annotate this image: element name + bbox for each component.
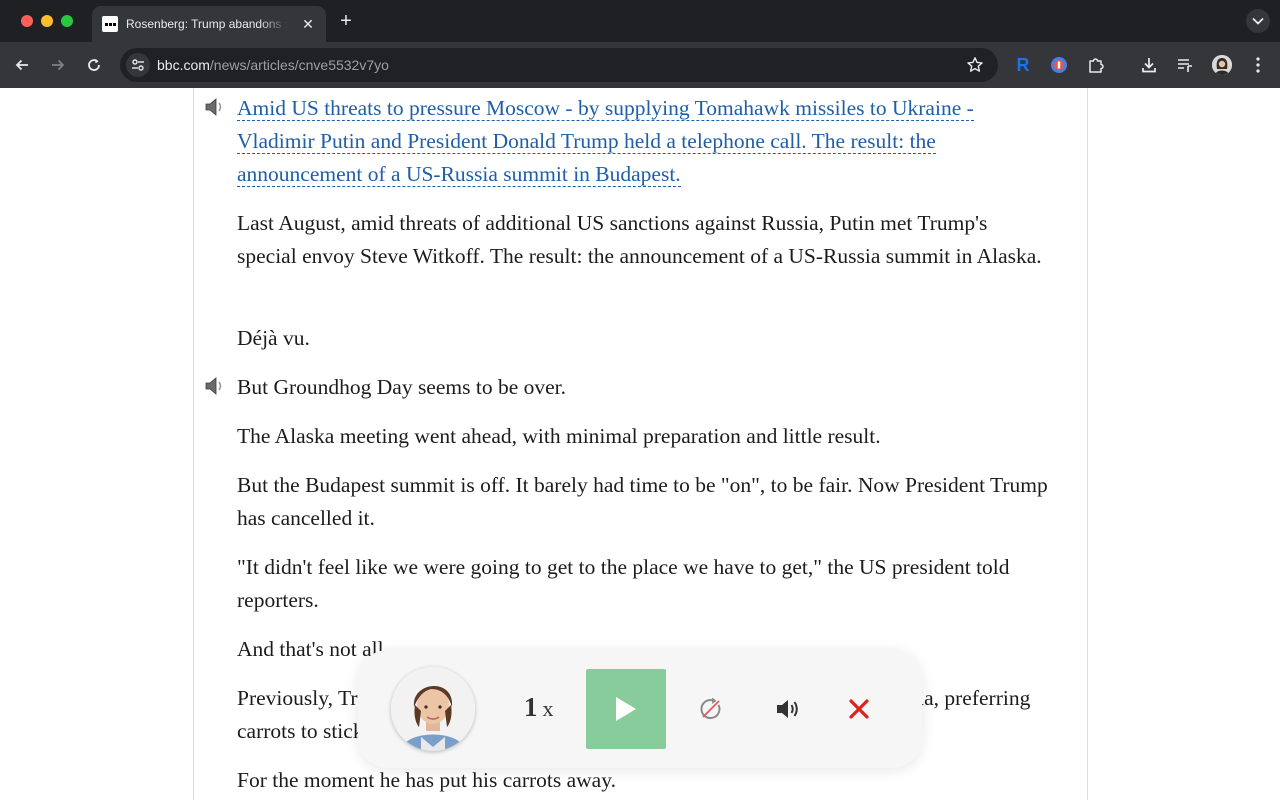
bbc-favicon-icon [102, 16, 118, 32]
tab-close-icon[interactable]: ✕ [300, 16, 316, 32]
repeat-disabled-icon[interactable] [696, 694, 726, 724]
article-paragraph: But Groundhog Day seems to be over. [237, 375, 567, 399]
volume-icon[interactable] [773, 694, 803, 724]
url-domain: bbc.com [157, 57, 210, 73]
narrator-avatar-icon [391, 667, 475, 751]
close-player-icon[interactable] [844, 694, 874, 724]
article-paragraph-link[interactable]: Amid US threats to pressure Moscow - by … [237, 92, 1049, 191]
address-bar[interactable]: bbc.com/news/articles/cnve5532v7yo [120, 48, 998, 82]
forward-arrow-icon[interactable] [46, 53, 70, 77]
download-icon[interactable] [1137, 53, 1161, 77]
article-link[interactable]: Amid US threats to pressure Moscow - by … [237, 96, 974, 187]
url-path: /news/articles/cnve5532v7yo [209, 57, 389, 73]
window-close-button[interactable] [21, 15, 33, 27]
article-paragraph: For the moment he has put his carrots aw… [237, 768, 616, 792]
article-paragraph: Déjà vu. [237, 326, 310, 350]
article-paragraph: "It didn't feel like we were going to ge… [237, 555, 1010, 612]
article-paragraph: The Alaska meeting went ahead, with mini… [237, 424, 881, 448]
tab-search-chevron-icon[interactable] [1246, 9, 1270, 33]
browser-toolbar: bbc.com/news/articles/cnve5532v7yo R [0, 42, 1280, 116]
read-aloud-speaker-icon[interactable] [204, 377, 228, 397]
bookmark-star-icon[interactable] [966, 56, 984, 74]
tab-title: Rosenberg: Trump abandons summit with Pu… [126, 17, 288, 31]
back-arrow-icon[interactable] [10, 53, 34, 77]
article-paragraph: But the Budapest summit is off. It barel… [237, 473, 1048, 530]
read-aloud-speaker-icon[interactable] [204, 98, 228, 118]
tts-player: 1 x [358, 650, 922, 768]
playback-speed-unit: x [542, 696, 554, 721]
translate-extension-icon[interactable] [1047, 53, 1071, 77]
reading-list-icon[interactable] [1173, 53, 1197, 77]
browser-menu-icon[interactable] [1246, 53, 1270, 77]
readwise-extension-icon[interactable]: R [1011, 53, 1035, 77]
reload-icon[interactable] [82, 53, 106, 77]
play-button[interactable] [586, 669, 666, 749]
extensions-puzzle-icon[interactable] [1084, 53, 1108, 77]
window-zoom-button[interactable] [61, 15, 73, 27]
article-paragraph: Last August, amid threats of additional … [237, 211, 1042, 268]
site-settings-icon[interactable] [126, 53, 150, 77]
active-tab[interactable]: Rosenberg: Trump abandons summit with Pu… [92, 6, 326, 42]
playback-speed-control[interactable]: 1 x [524, 692, 554, 726]
window-minimize-button[interactable] [41, 15, 53, 27]
tab-strip: Rosenberg: Trump abandons summit with Pu… [0, 0, 1280, 42]
profile-avatar-icon[interactable] [1210, 53, 1234, 77]
play-icon [616, 697, 636, 721]
new-tab-icon[interactable]: + [336, 11, 356, 31]
playback-speed-value: 1 [524, 692, 538, 722]
url-text: bbc.com/news/articles/cnve5532v7yo [157, 57, 389, 73]
